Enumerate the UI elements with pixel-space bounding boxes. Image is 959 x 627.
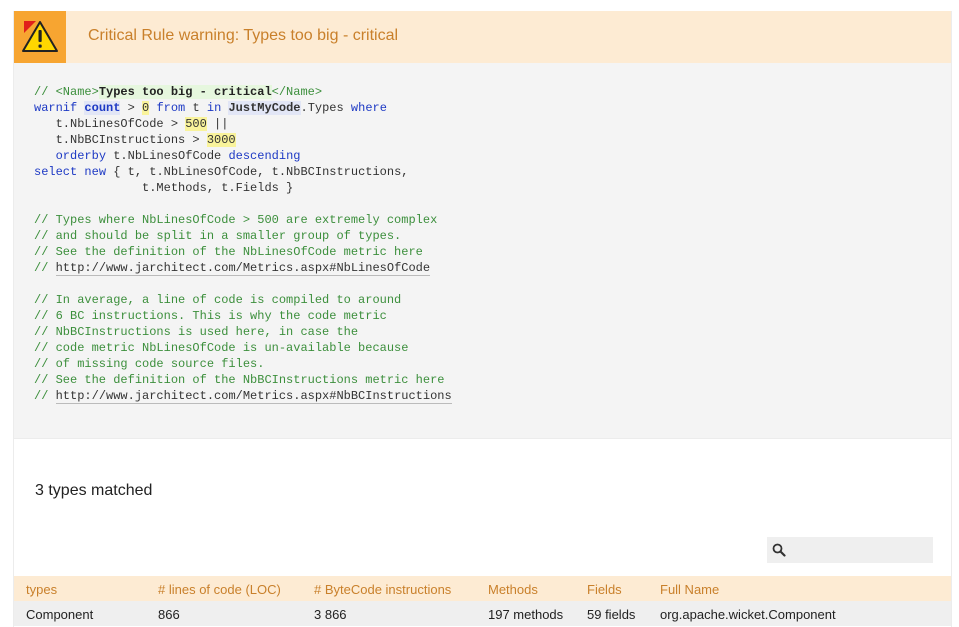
search-input[interactable] — [789, 539, 931, 561]
cell-bytecode: 3 866 — [314, 607, 347, 622]
search-icon — [772, 543, 786, 557]
search-box[interactable] — [767, 537, 933, 563]
table-row[interactable]: Component 866 3 866 197 methods 59 field… — [14, 601, 951, 626]
col-full-name[interactable]: Full Name — [660, 582, 719, 597]
col-loc[interactable]: # lines of code (LOC) — [158, 582, 281, 597]
cell-methods: 197 methods — [488, 607, 564, 622]
rule-header: Critical Rule warning: Types too big - c… — [14, 11, 951, 63]
cell-type: Component — [26, 607, 94, 622]
col-methods[interactable]: Methods — [488, 582, 538, 597]
col-fields[interactable]: Fields — [587, 582, 622, 597]
results-panel: 3 types matched types # lines of code (L… — [14, 439, 951, 627]
cell-full-name: org.apache.wicket.Component — [660, 607, 836, 622]
rule-title: Critical Rule warning: Types too big - c… — [88, 27, 399, 44]
bc-metric-link[interactable]: http://www.jarchitect.com/Metrics.aspx#N… — [55, 389, 452, 404]
rule-panel: Critical Rule warning: Types too big - c… — [13, 11, 952, 627]
loc-metric-link[interactable]: http://www.jarchitect.com/Metrics.aspx#N… — [55, 261, 431, 276]
cql-code-block: // <Name>Types too big - critical</Name>… — [14, 63, 951, 439]
col-types[interactable]: types — [26, 582, 57, 597]
cell-loc: 866 — [158, 607, 180, 622]
col-bytecode[interactable]: # ByteCode instructions — [314, 582, 451, 597]
cell-fields: 59 fields — [587, 607, 636, 622]
code-text: // <Name>Types too big - critical</Name>… — [34, 85, 452, 404]
matched-count: 3 types matched — [35, 482, 153, 499]
table-header: types # lines of code (LOC) # ByteCode i… — [14, 576, 951, 601]
warning-icon — [14, 11, 66, 63]
